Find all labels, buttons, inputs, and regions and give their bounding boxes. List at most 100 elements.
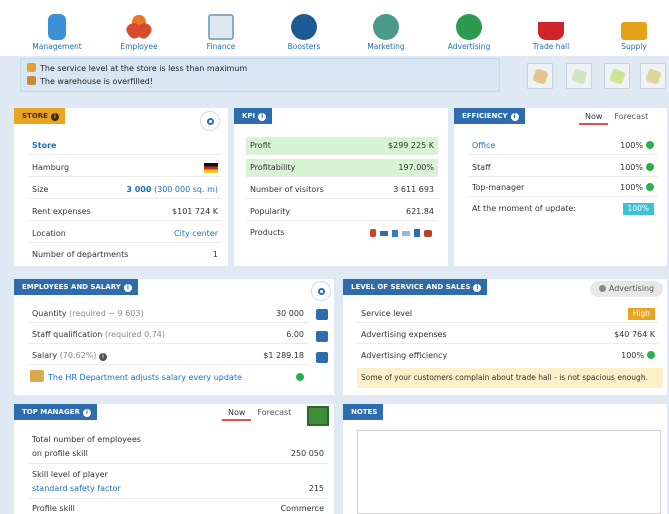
bag-icon[interactable] <box>424 230 432 237</box>
employees-settings-button[interactable] <box>311 281 331 301</box>
top-manager-value: 100% <box>620 179 654 197</box>
action-button-3[interactable] <box>604 63 630 89</box>
skill-level-row: Skill level of player standard safety fa… <box>28 467 328 499</box>
qualification-required: (required 0.74) <box>104 330 166 339</box>
shoe-icon[interactable] <box>402 231 410 236</box>
info-icon[interactable]: i <box>258 113 267 121</box>
kpi-panel: KPI i Profit $299 225 K Profitability 197… <box>234 108 448 266</box>
departments-value: 1 <box>212 250 218 259</box>
status-dot-icon <box>647 351 655 359</box>
employees-panel: EMPLOYEES AND SALARY i Quantity (required… <box>14 279 334 395</box>
notes-tab: NOTES <box>343 404 384 420</box>
rent-row: Rent expenses $101 724 K <box>28 203 222 221</box>
top-manager-toggle: Now Forecast <box>222 408 297 421</box>
quantity-value: 30 000 <box>276 309 304 318</box>
germany-flag-icon <box>204 163 218 173</box>
nav-employee[interactable]: Employee <box>99 14 179 51</box>
nav-advertising[interactable]: Advertising <box>429 14 509 51</box>
info-icon[interactable]: i <box>123 284 132 292</box>
popularity-row: Popularity 621.84 <box>246 203 438 221</box>
status-dot-icon <box>646 141 654 149</box>
qualification-row: Staff qualification (required 0.74) 6.00 <box>28 326 308 344</box>
ad-expenses-label: Advertising expenses <box>361 330 447 339</box>
action-button-4[interactable] <box>640 63 666 89</box>
leaf-icon <box>645 68 662 85</box>
marketing-icon <box>373 14 399 40</box>
rent-value: $101 724 K <box>172 207 218 216</box>
alert-service-text: The service level at the store is less t… <box>40 64 248 73</box>
advertising-button[interactable]: Advertising <box>590 281 663 297</box>
nav-boosters[interactable]: Boosters <box>264 14 344 51</box>
update-label: At the moment of update: <box>472 204 576 213</box>
office-pct: 100% <box>620 141 643 150</box>
salary-button[interactable] <box>312 349 332 367</box>
now-tab[interactable]: Now <box>222 408 252 421</box>
store-title[interactable]: Store <box>32 137 56 155</box>
status-dot-icon <box>646 183 654 191</box>
status-dot-icon <box>296 373 304 381</box>
ad-efficiency-pct: 100% <box>621 351 644 360</box>
safety-factor-link[interactable]: standard safety factor <box>32 484 121 493</box>
service-level-label: Service level <box>361 309 413 318</box>
hire-staff-button[interactable] <box>312 306 332 324</box>
visitors-row: Number of visitors 3 611 693 <box>246 181 438 199</box>
hr-row: The HR Department adjusts salary every u… <box>28 369 308 387</box>
truck-icon <box>621 22 647 40</box>
forecast-tab[interactable]: Forecast <box>251 408 297 419</box>
qualification-value: 6.00 <box>286 330 304 339</box>
departments-label: Number of departments <box>32 250 129 259</box>
advertising-button-label: Advertising <box>608 284 655 293</box>
info-icon[interactable]: i <box>473 284 482 292</box>
profile-skill-value: Commerce <box>280 504 324 513</box>
info-icon[interactable]: i <box>82 409 91 417</box>
training-button[interactable] <box>312 328 332 346</box>
tool-icon[interactable] <box>392 230 398 237</box>
total-employees-row: Total number of employees on profile ski… <box>28 432 328 464</box>
salary-row: Salary (70.62%) i $1 289.18 <box>28 347 308 365</box>
calculator-icon[interactable] <box>307 406 329 426</box>
salary-label: Salary (70.62%) i <box>32 347 107 365</box>
store-settings-button[interactable] <box>200 111 220 131</box>
nav-management[interactable]: Management <box>17 14 97 51</box>
nav-label: Management <box>32 42 82 51</box>
qualification-text: Staff qualification <box>32 330 103 339</box>
total-employees-value: 250 050 <box>290 449 324 458</box>
nav-marketing[interactable]: Marketing <box>346 14 426 51</box>
nav-finance[interactable]: Finance <box>181 14 261 51</box>
notes-textarea[interactable] <box>357 430 661 514</box>
bottle-icon[interactable] <box>370 229 376 237</box>
advertising-icon <box>598 285 606 292</box>
size-value[interactable]: 3 000 (300 000 sq. m) <box>126 181 218 199</box>
profile-skill-row: Profile skill Commerce <box>28 501 328 514</box>
nav-label: Finance <box>206 42 236 51</box>
hr-note-text[interactable]: The HR Department adjusts salary every u… <box>48 373 242 382</box>
rent-label: Rent expenses <box>32 207 91 216</box>
size-label: Size <box>32 185 49 194</box>
now-tab[interactable]: Now <box>579 112 609 125</box>
staff-pct: 100% <box>620 163 643 172</box>
location-value[interactable]: City center <box>174 225 218 243</box>
info-icon[interactable]: i <box>50 113 59 121</box>
top-manager-label: Top-manager <box>472 183 525 192</box>
employees-tab: EMPLOYEES AND SALARY i <box>14 279 138 295</box>
profitability-label: Profitability <box>250 163 296 172</box>
alert-service: The service level at the store is less t… <box>27 63 247 75</box>
info-icon[interactable]: i <box>510 113 519 121</box>
update-row: At the moment of update: 100% <box>468 200 658 218</box>
info-icon[interactable]: i <box>98 353 107 361</box>
hr-status <box>293 369 304 387</box>
nav-supply[interactable]: Supply <box>594 14 669 51</box>
size-extra: (300 000 sq. m) <box>154 185 218 194</box>
forecast-tab[interactable]: Forecast <box>608 112 654 123</box>
toy-icon[interactable] <box>380 231 388 236</box>
drill-icon[interactable] <box>414 229 420 237</box>
kpi-tab: KPI i <box>234 108 273 124</box>
nav-trade-hall[interactable]: Trade hall <box>511 14 591 51</box>
action-button-1[interactable] <box>527 63 553 89</box>
skill-level-value: 215 <box>308 484 324 493</box>
service-tab: LEVEL OF SERVICE AND SALES i <box>343 279 488 295</box>
finance-icon <box>208 14 234 40</box>
action-button-2[interactable] <box>566 63 592 89</box>
employee-icon <box>126 14 152 40</box>
office-label[interactable]: Office <box>472 137 495 155</box>
